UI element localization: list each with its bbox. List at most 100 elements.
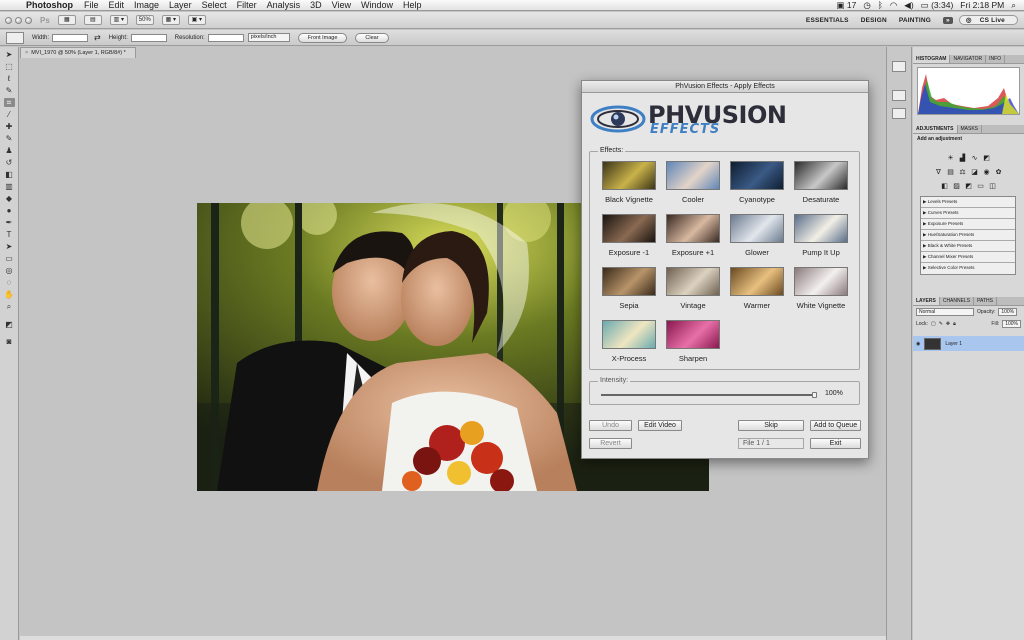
photo-filter-icon[interactable]: ◉ [982,168,991,177]
healing-brush-tool-icon[interactable]: ✚ [4,122,15,131]
zoom-tool-icon[interactable]: ⌕ [4,302,15,311]
tab-layers[interactable]: LAYERS [913,297,940,305]
tab-histogram[interactable]: HISTOGRAM [913,55,951,63]
minimize-window-icon[interactable] [15,16,22,24]
lock-image-icon[interactable]: ✎ [939,321,943,327]
menu-analysis[interactable]: Analysis [262,0,306,10]
menu-3d[interactable]: 3D [305,0,327,10]
effect-warmer[interactable]: Warmer [730,267,784,310]
effect-thumbnail[interactable] [794,214,848,243]
tab-adjustments[interactable]: ADJUSTMENTS [913,125,958,133]
vibrance-icon[interactable]: ∇ [934,168,943,177]
resolution-unit-select[interactable]: pixels/inch [247,33,290,42]
skip-button[interactable]: Skip [738,420,804,431]
path-select-tool-icon[interactable]: ➤ [4,242,15,251]
tab-paths[interactable]: PATHS [974,297,997,305]
effect-thumbnail[interactable] [602,161,656,190]
menu-window[interactable]: Window [356,0,398,10]
effect-thumbnail[interactable] [730,161,784,190]
effect-white-vignette[interactable]: White Vignette [794,267,848,310]
effect-thumbnail[interactable] [602,214,656,243]
threshold-icon[interactable]: ◩ [964,182,973,191]
effect-sepia[interactable]: Sepia [602,267,656,310]
effect-exposure-1[interactable]: Exposure +1 [666,214,720,257]
tab-navigator[interactable]: NAVIGATOR [950,55,987,63]
workspace-design[interactable]: DESIGN [855,17,893,24]
levels-icon[interactable]: ▟ [958,154,967,163]
wifi-icon[interactable]: ◠ [890,0,897,11]
effect-cyanotype[interactable]: Cyanotype [730,161,784,204]
shape-tool-icon[interactable]: ▭ [4,254,15,263]
menu-view[interactable]: View [327,0,356,10]
menu-image[interactable]: Image [129,0,164,10]
add-to-queue-button[interactable]: Add to Queue [810,420,861,431]
revert-button[interactable]: Revert [589,438,632,449]
time-machine-icon[interactable]: ◷ [863,0,870,11]
collapsed-panel-icon-3[interactable] [892,108,906,119]
brush-tool-icon[interactable]: ✎ [4,134,15,143]
lock-position-icon[interactable]: ✥ [946,321,950,327]
swap-dimensions-icon[interactable]: ⇄ [94,33,101,42]
selective-color-icon[interactable]: ◫ [988,182,997,191]
effect-thumbnail[interactable] [666,161,720,190]
channel-mixer-icon[interactable]: ✿ [994,168,1003,177]
effect-thumbnail[interactable] [730,214,784,243]
document-tab[interactable]: × MVI_1970 @ 50% (Layer 1, RGB/8#) * [20,47,136,58]
undo-button[interactable]: Undo [589,420,632,431]
battery-icon[interactable]: ▭ (3:34) [921,0,954,11]
effect-thumbnail[interactable] [794,267,848,296]
effect-x-process[interactable]: X-Process [602,320,656,363]
3d-rotate-tool-icon[interactable]: ◎ [4,266,15,275]
effect-vintage[interactable]: Vintage [666,267,720,310]
adobe-updates-icon[interactable]: ▣ 17 [836,0,856,11]
tool-preset-picker[interactable] [6,31,24,44]
width-field[interactable] [52,33,89,42]
dialog-title[interactable]: PhVusion Effects - Apply Effects [582,81,868,93]
close-window-icon[interactable] [5,16,12,24]
color-swatches-icon[interactable]: ◩ [4,317,15,331]
quick-select-tool-icon[interactable]: ✎ [4,86,15,95]
resolution-field[interactable] [207,33,244,42]
effect-exposure-1[interactable]: Exposure -1 [602,214,656,257]
menu-help[interactable]: Help [398,0,427,10]
effect-thumbnail[interactable] [666,214,720,243]
intensity-slider-track[interactable] [601,394,816,396]
preset-item[interactable]: ▶ Curves Presets [921,208,1015,219]
hand-tool-icon[interactable]: ✋ [4,290,15,299]
exit-button[interactable]: Exit [810,438,861,449]
clear-button[interactable]: Clear [355,32,389,43]
effect-thumbnail[interactable] [666,320,720,349]
edit-video-button[interactable]: Edit Video [638,420,682,431]
menu-app-name[interactable]: Photoshop [20,0,79,10]
eyedropper-tool-icon[interactable]: ⁄ [4,110,15,119]
black-white-icon[interactable]: ◪ [970,168,979,177]
tab-info[interactable]: INFO [986,55,1006,63]
lock-transparency-icon[interactable]: ▢ [931,321,936,327]
posterize-icon[interactable]: ▨ [952,182,961,191]
effect-pump-it-up[interactable]: Pump It Up [794,214,848,257]
blend-mode-select[interactable]: Normal [916,308,974,316]
preset-item[interactable]: ▶ Exposure Presets [921,219,1015,230]
zoom-window-icon[interactable] [25,16,32,24]
layer-row[interactable]: ◉ Layer 1 [913,336,1024,351]
collapsed-panel-icon-2[interactable] [892,90,906,101]
gradient-tool-icon[interactable]: ▥ [4,182,15,191]
invert-icon[interactable]: ◧ [940,182,949,191]
curves-icon[interactable]: ∿ [970,154,979,163]
3d-orbit-tool-icon[interactable]: ◌ [4,278,15,287]
menu-filter[interactable]: Filter [232,0,262,10]
preset-item[interactable]: ▶ Black & White Presets [921,241,1015,252]
intensity-slider-thumb[interactable] [812,392,817,398]
color-balance-icon[interactable]: ⚖ [958,168,967,177]
quick-mask-icon[interactable]: ◙ [4,337,15,346]
gradient-map-icon[interactable]: ▭ [976,182,985,191]
preset-item[interactable]: ▶ Selective Color Presets [921,263,1015,274]
menu-layer[interactable]: Layer [164,0,197,10]
tab-masks[interactable]: MASKS [958,125,983,133]
preset-item[interactable]: ▶ Hue/Saturation Presets [921,230,1015,241]
menu-file[interactable]: File [79,0,104,10]
more-workspaces-button[interactable]: » [943,16,953,24]
effect-thumbnail[interactable] [602,320,656,349]
visibility-eye-icon[interactable]: ◉ [916,341,920,347]
effect-desaturate[interactable]: Desaturate [794,161,848,204]
